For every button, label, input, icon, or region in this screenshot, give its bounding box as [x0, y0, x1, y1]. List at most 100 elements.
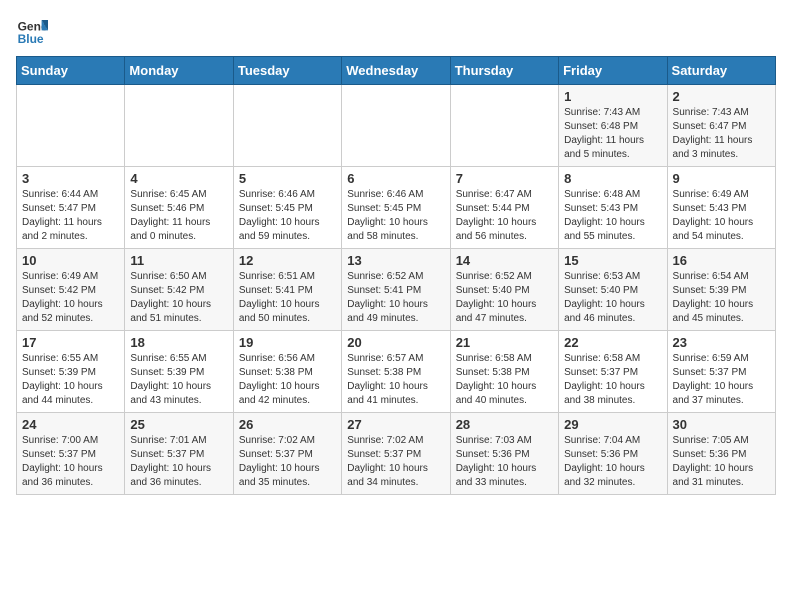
day-number: 16 [673, 253, 770, 268]
calendar-cell: 15 Sunrise: 6:53 AM Sunset: 5:40 PM Dayli… [559, 249, 667, 331]
day-info: Sunrise: 7:02 AM Sunset: 5:37 PM Dayligh… [239, 434, 336, 490]
day-number: 9 [673, 171, 770, 186]
calendar-cell [233, 85, 341, 167]
calendar-cell [17, 85, 125, 167]
col-header-saturday: Saturday [667, 57, 775, 85]
day-info: Sunrise: 6:55 AM Sunset: 5:39 PM Dayligh… [22, 352, 119, 408]
day-info: Sunrise: 6:49 AM Sunset: 5:43 PM Dayligh… [673, 188, 770, 244]
calendar-cell: 16 Sunrise: 6:54 AM Sunset: 5:39 PM Dayli… [667, 249, 775, 331]
logo: General Blue [16, 16, 52, 48]
calendar-cell: 24Sunrise: 7:00 AM Sunset: 5:37 PM Dayli… [17, 413, 125, 495]
calendar-cell [342, 85, 450, 167]
day-number: 4 [130, 171, 227, 186]
day-info: Sunrise: 7:05 AM Sunset: 5:36 PM Dayligh… [673, 434, 770, 490]
day-number: 30 [673, 417, 770, 432]
calendar-cell: 23 Sunrise: 6:59 AM Sunset: 5:37 PM Dayli… [667, 331, 775, 413]
day-number: 28 [456, 417, 553, 432]
day-info: Sunrise: 7:03 AM Sunset: 5:36 PM Dayligh… [456, 434, 553, 490]
calendar-cell: 9 Sunrise: 6:49 AM Sunset: 5:43 PM Daylig… [667, 167, 775, 249]
calendar-cell: 4 Sunrise: 6:45 AM Sunset: 5:46 PM Daylig… [125, 167, 233, 249]
calendar-cell [450, 85, 558, 167]
calendar-cell: 6Sunrise: 6:46 AM Sunset: 5:45 PM Daylig… [342, 167, 450, 249]
calendar-week-1: 1 Sunrise: 7:43 AM Sunset: 6:48 PM Daylig… [17, 85, 776, 167]
calendar-cell: 29 Sunrise: 7:04 AM Sunset: 5:36 PM Dayli… [559, 413, 667, 495]
day-number: 17 [22, 335, 119, 350]
day-number: 21 [456, 335, 553, 350]
day-info: Sunrise: 6:47 AM Sunset: 5:44 PM Dayligh… [456, 188, 553, 244]
col-header-thursday: Thursday [450, 57, 558, 85]
day-info: Sunrise: 7:43 AM Sunset: 6:47 PM Dayligh… [673, 106, 770, 162]
day-info: Sunrise: 7:02 AM Sunset: 5:37 PM Dayligh… [347, 434, 444, 490]
day-number: 8 [564, 171, 661, 186]
calendar-cell: 27 Sunrise: 7:02 AM Sunset: 5:37 PM Dayli… [342, 413, 450, 495]
day-info: Sunrise: 6:50 AM Sunset: 5:42 PM Dayligh… [130, 270, 227, 326]
logo-icon: General Blue [16, 16, 48, 48]
day-info: Sunrise: 7:43 AM Sunset: 6:48 PM Dayligh… [564, 106, 661, 162]
day-info: Sunrise: 6:58 AM Sunset: 5:37 PM Dayligh… [564, 352, 661, 408]
day-info: Sunrise: 6:53 AM Sunset: 5:40 PM Dayligh… [564, 270, 661, 326]
page-header: General Blue [16, 16, 776, 48]
day-info: Sunrise: 6:44 AM Sunset: 5:47 PM Dayligh… [22, 188, 119, 244]
day-number: 11 [130, 253, 227, 268]
col-header-wednesday: Wednesday [342, 57, 450, 85]
day-number: 1 [564, 89, 661, 104]
calendar-cell: 22 Sunrise: 6:58 AM Sunset: 5:37 PM Dayli… [559, 331, 667, 413]
col-header-friday: Friday [559, 57, 667, 85]
calendar-cell: 17 Sunrise: 6:55 AM Sunset: 5:39 PM Dayli… [17, 331, 125, 413]
day-number: 20 [347, 335, 444, 350]
day-info: Sunrise: 6:55 AM Sunset: 5:39 PM Dayligh… [130, 352, 227, 408]
day-number: 25 [130, 417, 227, 432]
calendar-table: SundayMondayTuesdayWednesdayThursdayFrid… [16, 56, 776, 495]
day-info: Sunrise: 6:46 AM Sunset: 5:45 PM Dayligh… [239, 188, 336, 244]
day-info: Sunrise: 7:01 AM Sunset: 5:37 PM Dayligh… [130, 434, 227, 490]
calendar-cell: 5Sunrise: 6:46 AM Sunset: 5:45 PM Daylig… [233, 167, 341, 249]
day-number: 12 [239, 253, 336, 268]
calendar-cell: 13 Sunrise: 6:52 AM Sunset: 5:41 PM Dayli… [342, 249, 450, 331]
col-header-monday: Monday [125, 57, 233, 85]
svg-text:Blue: Blue [18, 32, 44, 46]
calendar-cell: 26 Sunrise: 7:02 AM Sunset: 5:37 PM Dayli… [233, 413, 341, 495]
day-info: Sunrise: 6:52 AM Sunset: 5:41 PM Dayligh… [347, 270, 444, 326]
day-number: 3 [22, 171, 119, 186]
day-info: Sunrise: 6:56 AM Sunset: 5:38 PM Dayligh… [239, 352, 336, 408]
day-info: Sunrise: 6:51 AM Sunset: 5:41 PM Dayligh… [239, 270, 336, 326]
calendar-week-5: 24Sunrise: 7:00 AM Sunset: 5:37 PM Dayli… [17, 413, 776, 495]
calendar-cell: 3 Sunrise: 6:44 AM Sunset: 5:47 PM Daylig… [17, 167, 125, 249]
calendar-week-4: 17 Sunrise: 6:55 AM Sunset: 5:39 PM Dayli… [17, 331, 776, 413]
day-info: Sunrise: 6:45 AM Sunset: 5:46 PM Dayligh… [130, 188, 227, 244]
day-number: 7 [456, 171, 553, 186]
day-number: 26 [239, 417, 336, 432]
calendar-cell: 21Sunrise: 6:58 AM Sunset: 5:38 PM Dayli… [450, 331, 558, 413]
day-info: Sunrise: 6:46 AM Sunset: 5:45 PM Dayligh… [347, 188, 444, 244]
calendar-cell: 18 Sunrise: 6:55 AM Sunset: 5:39 PM Dayli… [125, 331, 233, 413]
day-number: 18 [130, 335, 227, 350]
day-number: 14 [456, 253, 553, 268]
calendar-cell: 14 Sunrise: 6:52 AM Sunset: 5:40 PM Dayli… [450, 249, 558, 331]
calendar-cell: 8 Sunrise: 6:48 AM Sunset: 5:43 PM Daylig… [559, 167, 667, 249]
calendar-cell: 20Sunrise: 6:57 AM Sunset: 5:38 PM Dayli… [342, 331, 450, 413]
day-number: 19 [239, 335, 336, 350]
day-info: Sunrise: 7:04 AM Sunset: 5:36 PM Dayligh… [564, 434, 661, 490]
day-info: Sunrise: 6:48 AM Sunset: 5:43 PM Dayligh… [564, 188, 661, 244]
day-number: 22 [564, 335, 661, 350]
day-info: Sunrise: 6:54 AM Sunset: 5:39 PM Dayligh… [673, 270, 770, 326]
day-number: 23 [673, 335, 770, 350]
day-number: 29 [564, 417, 661, 432]
col-header-sunday: Sunday [17, 57, 125, 85]
day-info: Sunrise: 6:52 AM Sunset: 5:40 PM Dayligh… [456, 270, 553, 326]
day-number: 27 [347, 417, 444, 432]
calendar-cell: 11 Sunrise: 6:50 AM Sunset: 5:42 PM Dayli… [125, 249, 233, 331]
day-number: 2 [673, 89, 770, 104]
calendar-cell: 7 Sunrise: 6:47 AM Sunset: 5:44 PM Daylig… [450, 167, 558, 249]
calendar-cell: 2 Sunrise: 7:43 AM Sunset: 6:47 PM Daylig… [667, 85, 775, 167]
day-info: Sunrise: 6:59 AM Sunset: 5:37 PM Dayligh… [673, 352, 770, 408]
calendar-cell: 28 Sunrise: 7:03 AM Sunset: 5:36 PM Dayli… [450, 413, 558, 495]
calendar-week-2: 3 Sunrise: 6:44 AM Sunset: 5:47 PM Daylig… [17, 167, 776, 249]
day-number: 15 [564, 253, 661, 268]
day-info: Sunrise: 7:00 AM Sunset: 5:37 PM Dayligh… [22, 434, 119, 490]
calendar-cell: 25 Sunrise: 7:01 AM Sunset: 5:37 PM Dayli… [125, 413, 233, 495]
calendar-cell [125, 85, 233, 167]
day-number: 13 [347, 253, 444, 268]
calendar-cell: 1 Sunrise: 7:43 AM Sunset: 6:48 PM Daylig… [559, 85, 667, 167]
day-info: Sunrise: 6:49 AM Sunset: 5:42 PM Dayligh… [22, 270, 119, 326]
